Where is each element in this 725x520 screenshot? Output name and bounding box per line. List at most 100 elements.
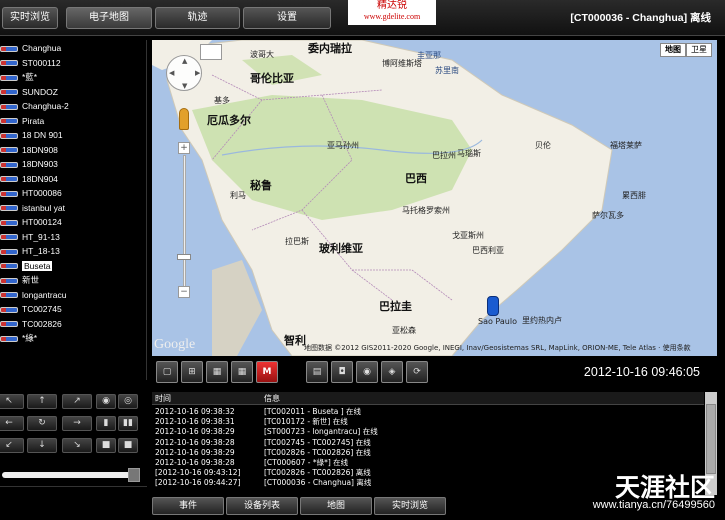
pan-control[interactable]: ▲ ▼ ◀ ▶ <box>166 55 202 91</box>
vehicle-icon <box>0 306 18 313</box>
vehicle-list-item[interactable]: TC002745 <box>0 303 62 316</box>
tab-electronic-map[interactable]: 电子地图 <box>66 7 152 29</box>
light-icon[interactable]: ▮ <box>96 416 116 431</box>
vehicle-list-item[interactable]: 18DN908 <box>0 144 58 157</box>
camera-icon[interactable]: ◘ <box>331 361 353 383</box>
vehicle-list-item[interactable]: 18 DN 901 <box>0 129 63 142</box>
sync-icon[interactable]: ⟳ <box>406 361 428 383</box>
log-message: [TC010172 - 新世] 在线 <box>264 417 348 427</box>
tab-track[interactable]: 轨迹 <box>155 7 240 29</box>
aux-2-icon[interactable]: ■ <box>118 438 138 453</box>
zoom-slider-thumb[interactable] <box>177 254 191 260</box>
zoom-out-button[interactable]: − <box>178 286 190 298</box>
vehicle-list-item[interactable]: Changhua-2 <box>0 100 69 113</box>
tab-device-list[interactable]: 设备列表 <box>226 497 298 515</box>
vehicle-list-item[interactable]: *綠* <box>0 332 37 345</box>
layout-16-icon[interactable]: ▦ <box>231 361 253 383</box>
vehicle-list-item[interactable]: HT_18-13 <box>0 245 60 258</box>
log-column-time[interactable]: 时间 <box>155 392 171 405</box>
up-right-arrow-icon[interactable]: ↗ <box>62 394 92 409</box>
rotate-icon[interactable]: ↻ <box>27 416 57 431</box>
vehicle-list-item[interactable]: 18DN904 <box>0 173 58 186</box>
tab-live-view[interactable]: 实时浏览 <box>2 7 58 29</box>
playback-icon[interactable]: ◈ <box>381 361 403 383</box>
vehicle-icon <box>0 205 18 212</box>
right-arrow-icon[interactable]: → <box>62 416 92 431</box>
map-type-satellite-button[interactable]: 卫星 <box>686 43 712 57</box>
log-time: 2012-10-16 09:38:32 <box>155 407 235 416</box>
vehicle-label: 18DN908 <box>22 144 58 155</box>
down-left-arrow-icon[interactable]: ↙ <box>0 438 24 453</box>
overview-map-toggle[interactable] <box>200 44 222 60</box>
vehicle-list-item[interactable]: *藍* <box>0 71 37 84</box>
aux-1-icon[interactable]: ■ <box>96 438 116 453</box>
tab-events[interactable]: 事件 <box>152 497 224 515</box>
pan-down-icon[interactable]: ▼ <box>182 82 187 90</box>
wiper-icon[interactable]: ▮▮ <box>118 416 138 431</box>
vehicle-icon <box>0 263 18 270</box>
up-left-arrow-icon[interactable]: ↖ <box>0 394 24 409</box>
vehicle-list-item[interactable]: TC002826 <box>0 318 62 331</box>
layout-1-icon[interactable]: ▢ <box>156 361 178 383</box>
map-type-map-button[interactable]: 地图 <box>660 43 686 57</box>
vehicle-list-item[interactable]: Changhua <box>0 42 61 55</box>
tab-settings[interactable]: 设置 <box>243 7 331 29</box>
log-time: 2012-10-16 09:38:29 <box>155 447 235 457</box>
vehicle-list-item[interactable]: istanbul yat <box>0 202 65 215</box>
brand-name: 精达锐 <box>377 0 407 11</box>
label-bolivia: 玻利维亚 <box>319 242 363 255</box>
vehicle-label: TC002745 <box>22 304 62 314</box>
zoom-in-icon[interactable]: ◉ <box>96 394 116 409</box>
speed-slider[interactable] <box>0 468 147 482</box>
layout-9-icon[interactable]: ▦ <box>206 361 228 383</box>
vehicle-list-item[interactable]: ST000112 <box>0 57 61 70</box>
log-message: [TC002011 - Buseta ] 在线 <box>264 407 362 416</box>
record-icon[interactable]: ◉ <box>356 361 378 383</box>
vehicle-label: 新世 <box>22 275 40 285</box>
map-view[interactable]: 委内瑞拉 哥伦比亚 厄瓜多尔 秘鲁 巴西 玻利维亚 巴拉圭 智利 博阿维斯塔 波… <box>152 40 717 356</box>
label-brazil: 巴西 <box>405 172 427 185</box>
log-time: 2012-10-16 09:38:28 <box>155 437 235 447</box>
label-fortaleza: 福塔莱萨 <box>610 141 642 150</box>
vehicle-marker-icon[interactable] <box>487 296 499 316</box>
vehicle-list-item[interactable]: longantracu <box>0 289 66 302</box>
slider-knob[interactable] <box>128 468 140 482</box>
map-type-switch: 地图 卫星 <box>660 43 712 57</box>
left-arrow-icon[interactable]: ← <box>0 416 24 431</box>
tab-map[interactable]: 地图 <box>300 497 372 515</box>
vehicle-label: Changhua-2 <box>22 101 69 111</box>
down-arrow-icon[interactable]: ↓ <box>27 438 57 453</box>
label-rio: 里约热内卢 <box>522 316 562 325</box>
street-view-pegman-icon[interactable] <box>179 108 189 130</box>
vehicle-list-item[interactable]: Pirata <box>0 115 44 128</box>
folder-icon[interactable]: ▤ <box>306 361 328 383</box>
multi-screen-button[interactable]: M <box>256 361 278 383</box>
up-arrow-icon[interactable]: ↑ <box>27 394 57 409</box>
layout-4-icon[interactable]: ⊞ <box>181 361 203 383</box>
vehicle-list-item[interactable]: HT000124 <box>0 216 62 229</box>
pan-right-icon[interactable]: ▶ <box>195 69 200 77</box>
vehicle-list-item[interactable]: HT_91-13 <box>0 231 60 244</box>
vehicle-list-item[interactable]: 18DN903 <box>0 158 58 171</box>
log-time: 2012-10-16 09:38:31 <box>155 417 235 427</box>
vehicle-list-item[interactable]: SUNDOZ <box>0 86 58 99</box>
vehicle-list-item[interactable]: 新世 <box>0 274 39 287</box>
vehicle-icon <box>0 335 18 342</box>
tab-live-browse[interactable]: 实时浏览 <box>374 497 446 515</box>
vehicle-icon <box>0 118 18 125</box>
log-message: [TC002826 - TC002826] 在线 <box>264 447 371 457</box>
vehicle-icon <box>0 147 18 154</box>
pan-up-icon[interactable]: ▲ <box>182 57 187 65</box>
pan-left-icon[interactable]: ◀ <box>169 69 174 77</box>
vehicle-list-item[interactable]: Buseta <box>0 260 53 273</box>
zoom-slider-track[interactable] <box>183 155 186 295</box>
log-column-info[interactable]: 信息 <box>264 392 280 405</box>
focus-icon[interactable]: ◎ <box>118 394 138 409</box>
system-clock: 2012-10-16 09:46:05 <box>583 365 700 379</box>
zoom-in-button[interactable]: + <box>178 142 190 154</box>
vehicle-label: Changhua <box>22 43 62 53</box>
down-right-arrow-icon[interactable]: ↘ <box>62 438 92 453</box>
label-salvador: 萨尔瓦多 <box>592 211 624 220</box>
log-scrollbar-thumb[interactable] <box>706 404 716 474</box>
vehicle-list-item[interactable]: HT000086 <box>0 187 62 200</box>
